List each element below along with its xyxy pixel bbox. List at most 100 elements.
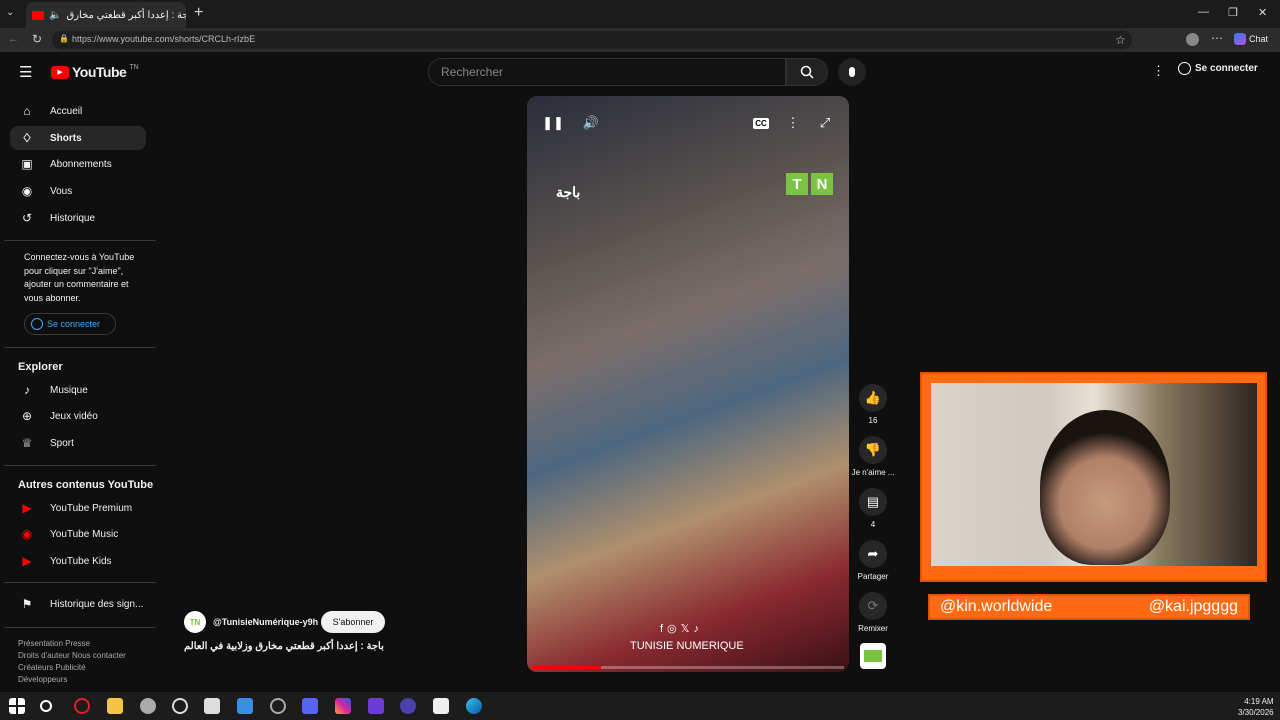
- history-icon: ↺: [21, 211, 33, 225]
- voice-search-button[interactable]: [838, 58, 866, 86]
- divider: [4, 582, 156, 583]
- minimize-button[interactable]: —: [1198, 6, 1209, 18]
- sidebar-item-report-history[interactable]: ⚑ Historique des sign...: [10, 592, 146, 616]
- footer-links[interactable]: Présentation Presse: [18, 639, 90, 648]
- favorites-icon[interactable]: ☆: [1115, 33, 1126, 47]
- sidebar-item-youtube-music[interactable]: ◉ YouTube Music: [10, 522, 146, 546]
- sidebar-item-jeux-video[interactable]: ⊕ Jeux vidéo: [10, 404, 146, 428]
- sidebar-item-youtube-premium[interactable]: ▶ YouTube Premium: [10, 496, 146, 520]
- tab-title: باجة : إعددا أكبر قطعتي مخارق: [66, 9, 186, 21]
- sidebar-item-shorts[interactable]: ♢ Shorts: [10, 126, 146, 150]
- sidebar-signin-button[interactable]: Se connecter: [24, 313, 116, 335]
- sidebar-item-label: Abonnements: [50, 158, 112, 170]
- youtube-music-icon: ◉: [21, 527, 33, 541]
- channel-avatar[interactable]: TN: [184, 611, 206, 633]
- browser-tab[interactable]: 🔈 باجة : إعددا أكبر قطعتي مخارق ×: [26, 2, 186, 28]
- pause-icon[interactable]: ❚❚: [541, 114, 565, 132]
- instagram-icon[interactable]: [335, 698, 351, 714]
- more-options-icon[interactable]: ⋮: [781, 114, 805, 132]
- sidebar-item-label: Historique: [50, 212, 96, 224]
- site-info-icon[interactable]: 🔒: [59, 34, 69, 43]
- volume-icon[interactable]: 🔊: [579, 114, 603, 132]
- home-icon: ⌂: [23, 104, 31, 118]
- youtube-logo[interactable]: ▶ YouTube TN: [51, 64, 139, 80]
- sidebar-item-abonnements[interactable]: ▣ Abonnements: [10, 152, 146, 176]
- country-code: TN: [129, 63, 139, 71]
- app-icon[interactable]: [270, 698, 286, 714]
- chatgpt-icon[interactable]: [172, 698, 188, 714]
- subscriptions-icon: ▣: [21, 157, 33, 171]
- fullscreen-icon[interactable]: ⤢: [813, 114, 837, 132]
- search-icon[interactable]: [40, 700, 52, 712]
- sidebar-item-accueil[interactable]: ⌂ Accueil: [10, 99, 146, 123]
- speaker-icon[interactable]: 🔈: [49, 10, 61, 21]
- maximize-button[interactable]: ❐: [1228, 6, 1238, 19]
- url-field[interactable]: 🔒 https://www.youtube.com/shorts/CRCLh-r…: [52, 31, 1132, 49]
- file-explorer-icon[interactable]: [107, 698, 123, 714]
- tab-list-button[interactable]: ⌄: [6, 7, 14, 18]
- dislike-button[interactable]: 👎: [859, 436, 887, 464]
- search-input[interactable]: Rechercher: [428, 58, 786, 86]
- more-icon[interactable]: ⋯: [1211, 31, 1223, 45]
- discord-icon[interactable]: [302, 698, 318, 714]
- menu-icon[interactable]: ☰: [19, 63, 32, 81]
- footer-links[interactable]: Développeurs: [18, 675, 67, 684]
- security-icon[interactable]: [204, 698, 220, 714]
- sidebar-item-label: Accueil: [50, 105, 83, 117]
- divider: [4, 240, 156, 241]
- edge-icon[interactable]: [466, 698, 482, 714]
- share-button[interactable]: ➦: [859, 540, 887, 568]
- comment-count: 4: [870, 520, 876, 529]
- windows-start-icon[interactable]: [9, 698, 25, 714]
- remix-button[interactable]: ⟳: [859, 592, 887, 620]
- sidebar-item-label: YouTube Kids: [50, 555, 112, 567]
- app-icon[interactable]: [140, 698, 156, 714]
- chat-label: Chat: [1249, 34, 1269, 44]
- tn-mini-logo: [864, 650, 882, 662]
- footer-links[interactable]: Créateurs Publicité: [18, 663, 86, 672]
- subscribe-button[interactable]: S'abonner: [321, 611, 385, 633]
- footer-links[interactable]: Droits d'auteur Nous contacter: [18, 651, 126, 660]
- taskbar-clock[interactable]: 4:19 AM 3/30/2026: [1238, 696, 1274, 718]
- back-icon[interactable]: ←: [8, 33, 19, 45]
- sidebar-item-youtube-kids[interactable]: ▶ YouTube Kids: [10, 549, 146, 573]
- video-progress-bar[interactable]: [532, 666, 844, 669]
- sidebar-item-label: Vous: [50, 185, 73, 197]
- clock-time: 4:19 AM: [1244, 697, 1274, 706]
- reload-icon[interactable]: ↻: [32, 32, 42, 46]
- sidebar-item-sport[interactable]: ♕ Sport: [10, 431, 146, 455]
- youtube-wordmark: YouTube: [72, 64, 127, 80]
- comments-button[interactable]: ▤: [859, 488, 887, 516]
- settings-dots-icon[interactable]: ⋮: [1152, 63, 1165, 79]
- app-icon[interactable]: [400, 698, 416, 714]
- url-text: https://www.youtube.com/shorts/CRCLh-rIz…: [72, 34, 256, 44]
- search-button[interactable]: [786, 58, 828, 86]
- channel-thumb[interactable]: [860, 643, 886, 669]
- sidebar-item-historique[interactable]: ↺ Historique: [10, 206, 146, 230]
- sidebar-item-musique[interactable]: ♪ Musique: [10, 378, 146, 402]
- video-title: باجة : إعددا أكبر قطعتي مخارق وزلابية في…: [184, 641, 384, 652]
- like-button[interactable]: 👍: [859, 384, 887, 412]
- sidebar-item-vous[interactable]: ◉ Vous: [10, 179, 146, 203]
- copilot-chat-button[interactable]: Chat: [1234, 33, 1268, 45]
- tn-letter: N: [811, 173, 833, 195]
- profile-icon[interactable]: [1186, 33, 1199, 46]
- app-icon[interactable]: [368, 698, 384, 714]
- captions-icon[interactable]: CC: [749, 114, 773, 132]
- opera-icon[interactable]: [74, 698, 90, 714]
- streamer-figure: [1040, 410, 1170, 565]
- notepad-icon[interactable]: [433, 698, 449, 714]
- channel-name[interactable]: @TunisieNumérique-y9h: [213, 617, 318, 627]
- app-icon[interactable]: [237, 698, 253, 714]
- like-action: 👍 16: [858, 384, 888, 425]
- sidebar-item-label: Jeux vidéo: [50, 410, 98, 422]
- tn-watermark: T N: [786, 173, 833, 195]
- new-tab-button[interactable]: +: [194, 4, 203, 22]
- like-count: 16: [868, 416, 878, 425]
- close-window-button[interactable]: ✕: [1258, 6, 1267, 19]
- share-action: ➦ Partager: [858, 540, 888, 581]
- header-signin-button[interactable]: Se connecter: [1178, 62, 1258, 75]
- social-handles-banner: @kin.worldwide @kai.jpgggg: [928, 594, 1250, 620]
- account-icon: [31, 318, 43, 330]
- social-icons: f◎𝕏♪: [660, 623, 704, 635]
